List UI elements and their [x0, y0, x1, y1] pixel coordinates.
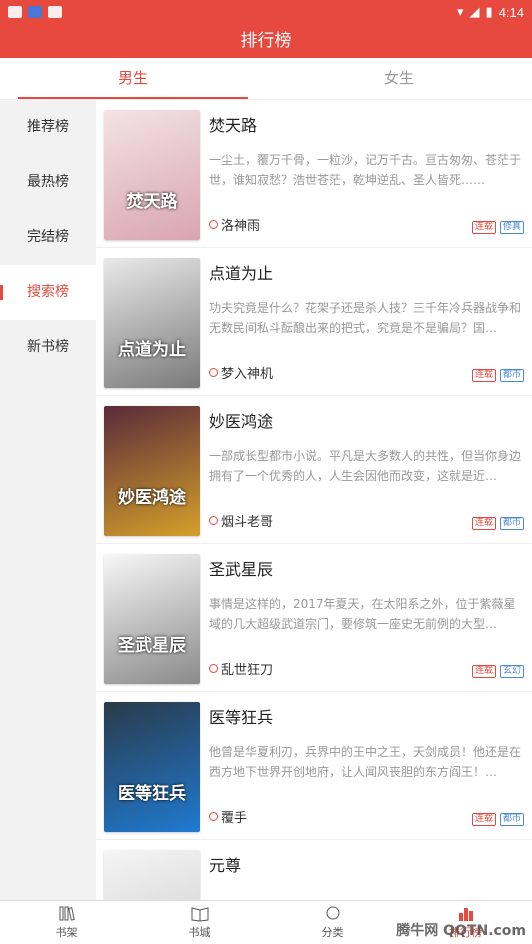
tab-male[interactable]: 男生	[0, 58, 266, 99]
cover-title: 点道为止	[118, 340, 186, 360]
app-notification-icon	[28, 6, 42, 18]
ranking-sidebar: 推荐榜 最热榜 完结榜 搜索榜 新书榜	[0, 100, 96, 900]
book-description: 他曾是华夏利刃，兵界中的王中之王，天剑成员！他还是在西方地下世界开创地府，让人闻…	[209, 745, 522, 779]
category-badge: 玄幻	[499, 665, 524, 678]
book-author: 洛神雨	[209, 215, 260, 234]
book-title[interactable]: 妙医鸿途	[209, 408, 273, 432]
book-tags: 连载 玄幻	[471, 665, 524, 678]
book-tags: 连载 都市	[471, 517, 524, 530]
nav-category[interactable]: 分类	[266, 901, 399, 944]
category-badge: 都市	[499, 517, 524, 530]
book-tags: 连载 都市	[471, 369, 524, 382]
book-item[interactable]: 点道为止 点道为止 功夫究竟是什么？花架子还是杀人技？三千年冷兵器战争和无数民间…	[96, 248, 532, 396]
book-item[interactable]: 医等狂兵 医等狂兵 他曾是华夏利刃，兵界中的王中之王，天剑成员！他还是在西方地下…	[96, 692, 532, 840]
book-title[interactable]: 圣武星辰	[209, 556, 273, 580]
book-open-icon	[191, 907, 208, 922]
book-tags: 连载 都市	[471, 813, 524, 826]
category-badge: 都市	[499, 813, 524, 826]
status-badge: 连载	[471, 369, 496, 382]
book-cover[interactable]: 点道为止	[104, 258, 200, 388]
author-name: 乱世狂刀	[221, 663, 274, 678]
book-cover[interactable]: 医等狂兵	[104, 702, 200, 832]
nav-label: 分类	[321, 926, 344, 939]
cover-title: 妙医鸿途	[118, 488, 186, 508]
wifi-icon: ▾	[457, 4, 464, 19]
sidebar-item-hottest[interactable]: 最热榜	[0, 155, 96, 210]
book-author: 梦入神机	[209, 363, 273, 382]
author-icon	[209, 220, 218, 229]
book-author: 乱世狂刀	[209, 659, 273, 678]
nav-bookstore[interactable]: 书城	[133, 901, 266, 944]
author-icon	[209, 516, 218, 525]
category-icon	[326, 906, 339, 920]
book-title[interactable]: 医等狂兵	[209, 704, 273, 728]
status-time: 4:14	[498, 4, 524, 20]
status-badge: 连载	[471, 517, 496, 530]
author-icon	[209, 368, 218, 377]
sidebar-item-completed[interactable]: 完结榜	[0, 210, 96, 265]
app-notification-icon	[48, 6, 62, 18]
status-bar: ▾ ◢ ▮ 4:14	[0, 0, 532, 24]
book-tags: 连载 修真	[471, 221, 524, 234]
nav-bookshelf[interactable]: 书架	[0, 901, 133, 944]
book-list: 焚天路 焚天路 一尘土，覆万千骨，一粒沙，记万千古。亘古匆匆、苍茫于世，谁知寂愁…	[96, 100, 532, 900]
book-description: 一部成长型都市小说。平凡是大多数人的共性，但当你身边拥有了一个优秀的人，人生会因…	[209, 449, 522, 483]
cover-title: 焚天路	[126, 192, 178, 212]
author-icon	[209, 664, 218, 673]
book-item[interactable]: 元 元尊	[96, 840, 532, 900]
book-cover[interactable]: 妙医鸿途	[104, 406, 200, 536]
book-description: 事情是这样的，2017年夏天，在太阳系之外，位于紫薇星域的几大超级武道宗门，要修…	[209, 597, 516, 631]
nav-label: 书架	[55, 926, 78, 939]
page-title: 排行榜	[0, 24, 532, 58]
book-title[interactable]: 点道为止	[209, 260, 273, 284]
cover-title: 圣武星辰	[118, 636, 186, 656]
category-badge: 修真	[499, 221, 524, 234]
sidebar-item-recommended[interactable]: 推荐榜	[0, 100, 96, 155]
book-title[interactable]: 焚天路	[209, 112, 257, 136]
signal-icon: ◢	[469, 4, 480, 19]
author-icon	[209, 812, 218, 821]
book-cover[interactable]: 元	[104, 850, 200, 900]
sidebar-item-search[interactable]: 搜索榜	[0, 265, 96, 320]
book-item[interactable]: 焚天路 焚天路 一尘土，覆万千骨，一粒沙，记万千古。亘古匆匆、苍茫于世，谁知寂愁…	[96, 100, 532, 248]
book-description: 一尘土，覆万千骨，一粒沙，记万千古。亘古匆匆、苍茫于世，谁知寂愁？浩世苍茫，乾坤…	[209, 153, 522, 187]
book-author: 烟斗老哥	[209, 511, 273, 530]
tab-female[interactable]: 女生	[266, 58, 532, 99]
book-description: 功夫究竟是什么？花架子还是杀人技？三千年冷兵器战争和无数民间私斗酝酿出来的把式，…	[209, 301, 522, 335]
status-badge: 连载	[471, 813, 496, 826]
author-name: 梦入神机	[221, 367, 274, 382]
watermark: 腾牛网 QQTN.com	[396, 923, 526, 939]
battery-icon: ▮	[485, 4, 493, 19]
gender-tabs: 男生 女生	[0, 58, 532, 100]
book-title[interactable]: 元尊	[209, 852, 241, 876]
sidebar-item-new[interactable]: 新书榜	[0, 320, 96, 375]
status-badge: 连载	[471, 665, 496, 678]
author-name: 洛神雨	[221, 219, 261, 234]
book-cover[interactable]: 焚天路	[104, 110, 200, 240]
status-badge: 连载	[471, 221, 496, 234]
book-author: 覆手	[209, 807, 247, 826]
book-cover[interactable]: 圣武星辰	[104, 554, 200, 684]
nav-label: 书城	[188, 926, 211, 939]
cover-title: 医等狂兵	[118, 784, 186, 804]
app-notification-icon	[8, 6, 22, 18]
category-badge: 都市	[499, 369, 524, 382]
bookshelf-icon	[59, 906, 75, 921]
book-item[interactable]: 圣武星辰 圣武星辰 事情是这样的，2017年夏天，在太阳系之外，位于紫薇星域的几…	[96, 544, 532, 692]
author-name: 覆手	[221, 811, 248, 826]
author-name: 烟斗老哥	[221, 515, 274, 530]
book-item[interactable]: 妙医鸿途 妙医鸿途 一部成长型都市小说。平凡是大多数人的共性，但当你身边拥有了一…	[96, 396, 532, 544]
